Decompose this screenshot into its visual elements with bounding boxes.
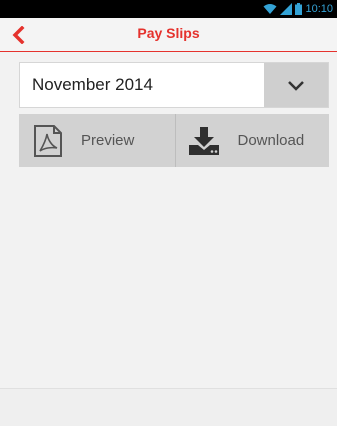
bottom-bar: [0, 388, 337, 426]
main-content: November 2014 Preview Download: [0, 52, 337, 388]
preview-label: Preview: [81, 132, 135, 149]
wifi-icon: [263, 3, 277, 15]
preview-button[interactable]: Preview: [19, 114, 176, 167]
download-label: Download: [237, 132, 305, 149]
pdf-icon: [31, 124, 65, 158]
period-select-value: November 2014: [32, 75, 153, 94]
signal-icon: [280, 3, 293, 15]
download-button[interactable]: Download: [176, 114, 330, 167]
action-bar: Preview Download: [19, 114, 329, 167]
period-select[interactable]: November 2014: [19, 62, 329, 108]
download-icon: [186, 126, 222, 156]
chevron-down-icon: [288, 80, 304, 91]
app-bar: Pay Slips: [0, 18, 337, 52]
page-title: Pay Slips: [137, 25, 200, 41]
status-bar: 10:10: [0, 0, 337, 18]
clock: 10:10: [305, 3, 333, 15]
status-icons: 10:10: [263, 1, 333, 17]
battery-icon: [295, 3, 303, 15]
period-select-toggle[interactable]: [264, 63, 328, 107]
